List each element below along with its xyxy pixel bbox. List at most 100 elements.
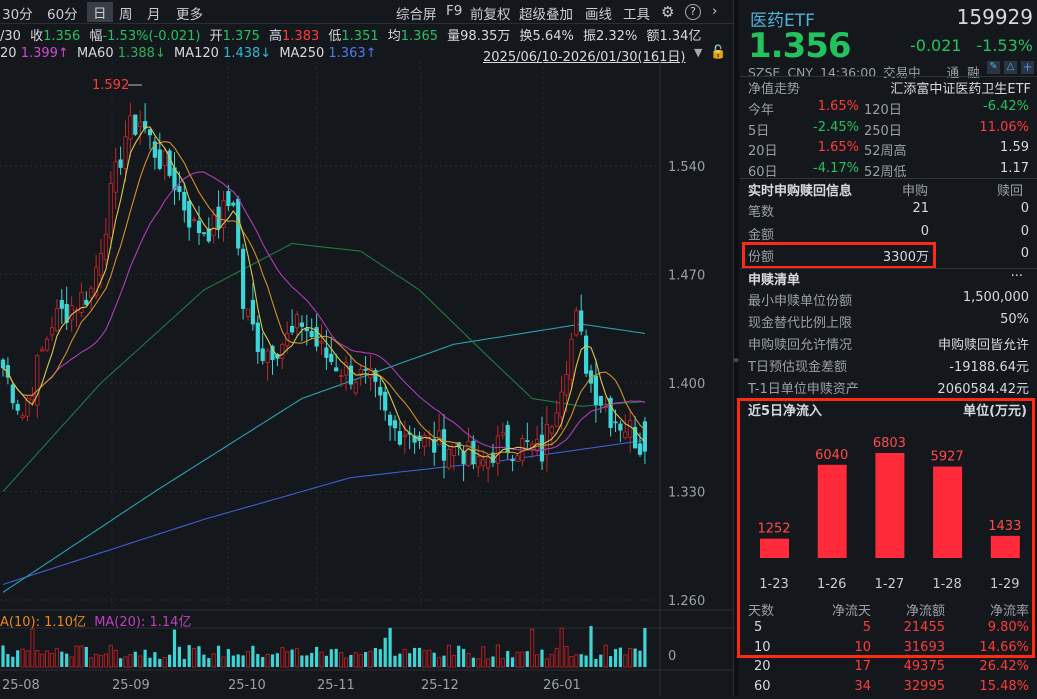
tool-forward-adjust[interactable]: 前复权 [470, 3, 511, 23]
gear-icon[interactable]: ⚙ [661, 3, 674, 21]
volume-bar [310, 653, 313, 667]
tool-f9[interactable]: F9 [446, 3, 462, 19]
volume-bar [643, 628, 646, 667]
volume-bar [447, 645, 450, 667]
avg-value: 1.365 [401, 29, 438, 44]
date-label: 25-09 [112, 678, 150, 693]
candle-body [349, 366, 352, 384]
candle-body [398, 431, 401, 444]
volume-bar [261, 657, 264, 667]
dropdown-icon[interactable]: ▼ [694, 46, 702, 59]
inflow-value-label: 1433 [988, 519, 1021, 534]
volume-bar [202, 655, 205, 667]
period-more[interactable]: 更多 [176, 3, 203, 23]
avg-label: 均 [388, 29, 401, 44]
ma120-value: 1.438↓ [223, 46, 271, 61]
candle-body [85, 300, 88, 304]
nav-title: 净值走势 [748, 78, 800, 97]
volume-bar [207, 658, 210, 667]
volume-bar [41, 654, 44, 667]
perf-value: 1.65% [818, 140, 859, 155]
period-day[interactable]: 日 [87, 2, 113, 22]
candle-body [482, 460, 485, 466]
candle-body [560, 392, 563, 417]
tool-composite-screen[interactable]: 综合屏 [396, 3, 437, 23]
candle-body [31, 396, 34, 400]
candle-body [501, 433, 504, 435]
more-icon[interactable]: ··· [1011, 269, 1023, 284]
candle-body [594, 376, 597, 405]
candle-body [580, 311, 583, 331]
volume-bar [575, 655, 578, 667]
list-row: T-1日单位申赎资产 2060584.42元 [748, 378, 1031, 398]
alert-bell-icon[interactable]: △ [1004, 61, 1017, 74]
sr-redeem-value: 0 [1021, 201, 1029, 216]
candle-body [614, 422, 617, 423]
flow-table-cell: 32995 [904, 679, 945, 694]
candle-body [540, 435, 543, 461]
perf-value: -6.42% [983, 99, 1029, 114]
period-30min[interactable]: 30分 [2, 3, 33, 23]
sr-redeem-value: 0 [1021, 246, 1029, 261]
period-week[interactable]: 周 [119, 3, 133, 23]
price-change-pct: -1.53% [976, 36, 1033, 55]
chevron-right-icon[interactable]: › [712, 3, 717, 19]
add-icon[interactable]: + [1021, 61, 1034, 74]
expand-icon[interactable]: » [733, 355, 739, 366]
list-row: 申购赎回允许情况 申购赎回皆允许 [748, 334, 1031, 354]
volume-bar [129, 655, 132, 667]
sr-title: 实时申购赎回信息 [748, 180, 852, 199]
volume-bar [124, 657, 127, 667]
volume-bar [629, 648, 632, 667]
kline-chart[interactable]: 1.5401.4701.4001.3301.2601.592 [0, 62, 733, 696]
volume-bar [531, 629, 534, 667]
period-60min[interactable]: 60分 [47, 3, 78, 23]
lock-icon[interactable]: 🔓 [710, 45, 726, 60]
candle-body [246, 309, 249, 316]
price-change: -0.021 [910, 36, 962, 55]
volume-bar [335, 649, 338, 667]
volume-bar [379, 649, 382, 667]
candle-body [442, 430, 445, 461]
volume-bar [589, 626, 592, 667]
inflow-date-label: 1-23 [759, 577, 789, 592]
candle-body [192, 220, 195, 221]
flow-table-row: 10103169314.66% [748, 640, 1031, 660]
tool-draw-line[interactable]: 画线 [585, 3, 612, 23]
period-month[interactable]: 月 [147, 3, 161, 23]
candle-body [516, 456, 519, 462]
perf-label: 5日 [748, 120, 769, 139]
candle-body [281, 344, 284, 358]
open-value: 1.375 [223, 29, 260, 44]
ma250-value: 1.363↑ [328, 46, 376, 61]
tool-super-overlay[interactable]: 超级叠加 [519, 3, 573, 23]
flow-table-cell: 5 [863, 620, 871, 635]
volume-bar [594, 659, 597, 667]
edit-icon[interactable]: ✎ [987, 61, 1000, 74]
volume-bar [585, 656, 588, 667]
volume-bar [119, 658, 122, 667]
help-icon[interactable]: ? [685, 4, 701, 20]
volume-bar [580, 654, 583, 667]
perf-value: 11.06% [979, 120, 1029, 135]
perf-label: 250日 [864, 120, 902, 139]
candle-body [1, 360, 4, 368]
change-value: -1.53%(-0.021) [102, 29, 200, 44]
date-label: 25-12 [421, 678, 459, 693]
sr-redeem-value: 0 [1021, 224, 1029, 239]
volume-bar [197, 646, 200, 667]
volume-bar [340, 653, 343, 667]
volume-bar [545, 659, 548, 667]
volume-bar [330, 649, 333, 667]
volume-bar [384, 638, 387, 667]
inflow-bar [760, 539, 789, 558]
volume-bar [139, 656, 142, 667]
tool-tools[interactable]: 工具 [623, 3, 650, 23]
candle-body [545, 424, 548, 454]
date-label: 25-10 [228, 678, 266, 693]
date-label: 25-11 [317, 678, 355, 693]
high-price-marker: 1.592 [92, 78, 129, 93]
list-header: 申赎清单 ··· [748, 269, 1031, 289]
volume-bar [477, 659, 480, 667]
candle-body [379, 387, 382, 395]
